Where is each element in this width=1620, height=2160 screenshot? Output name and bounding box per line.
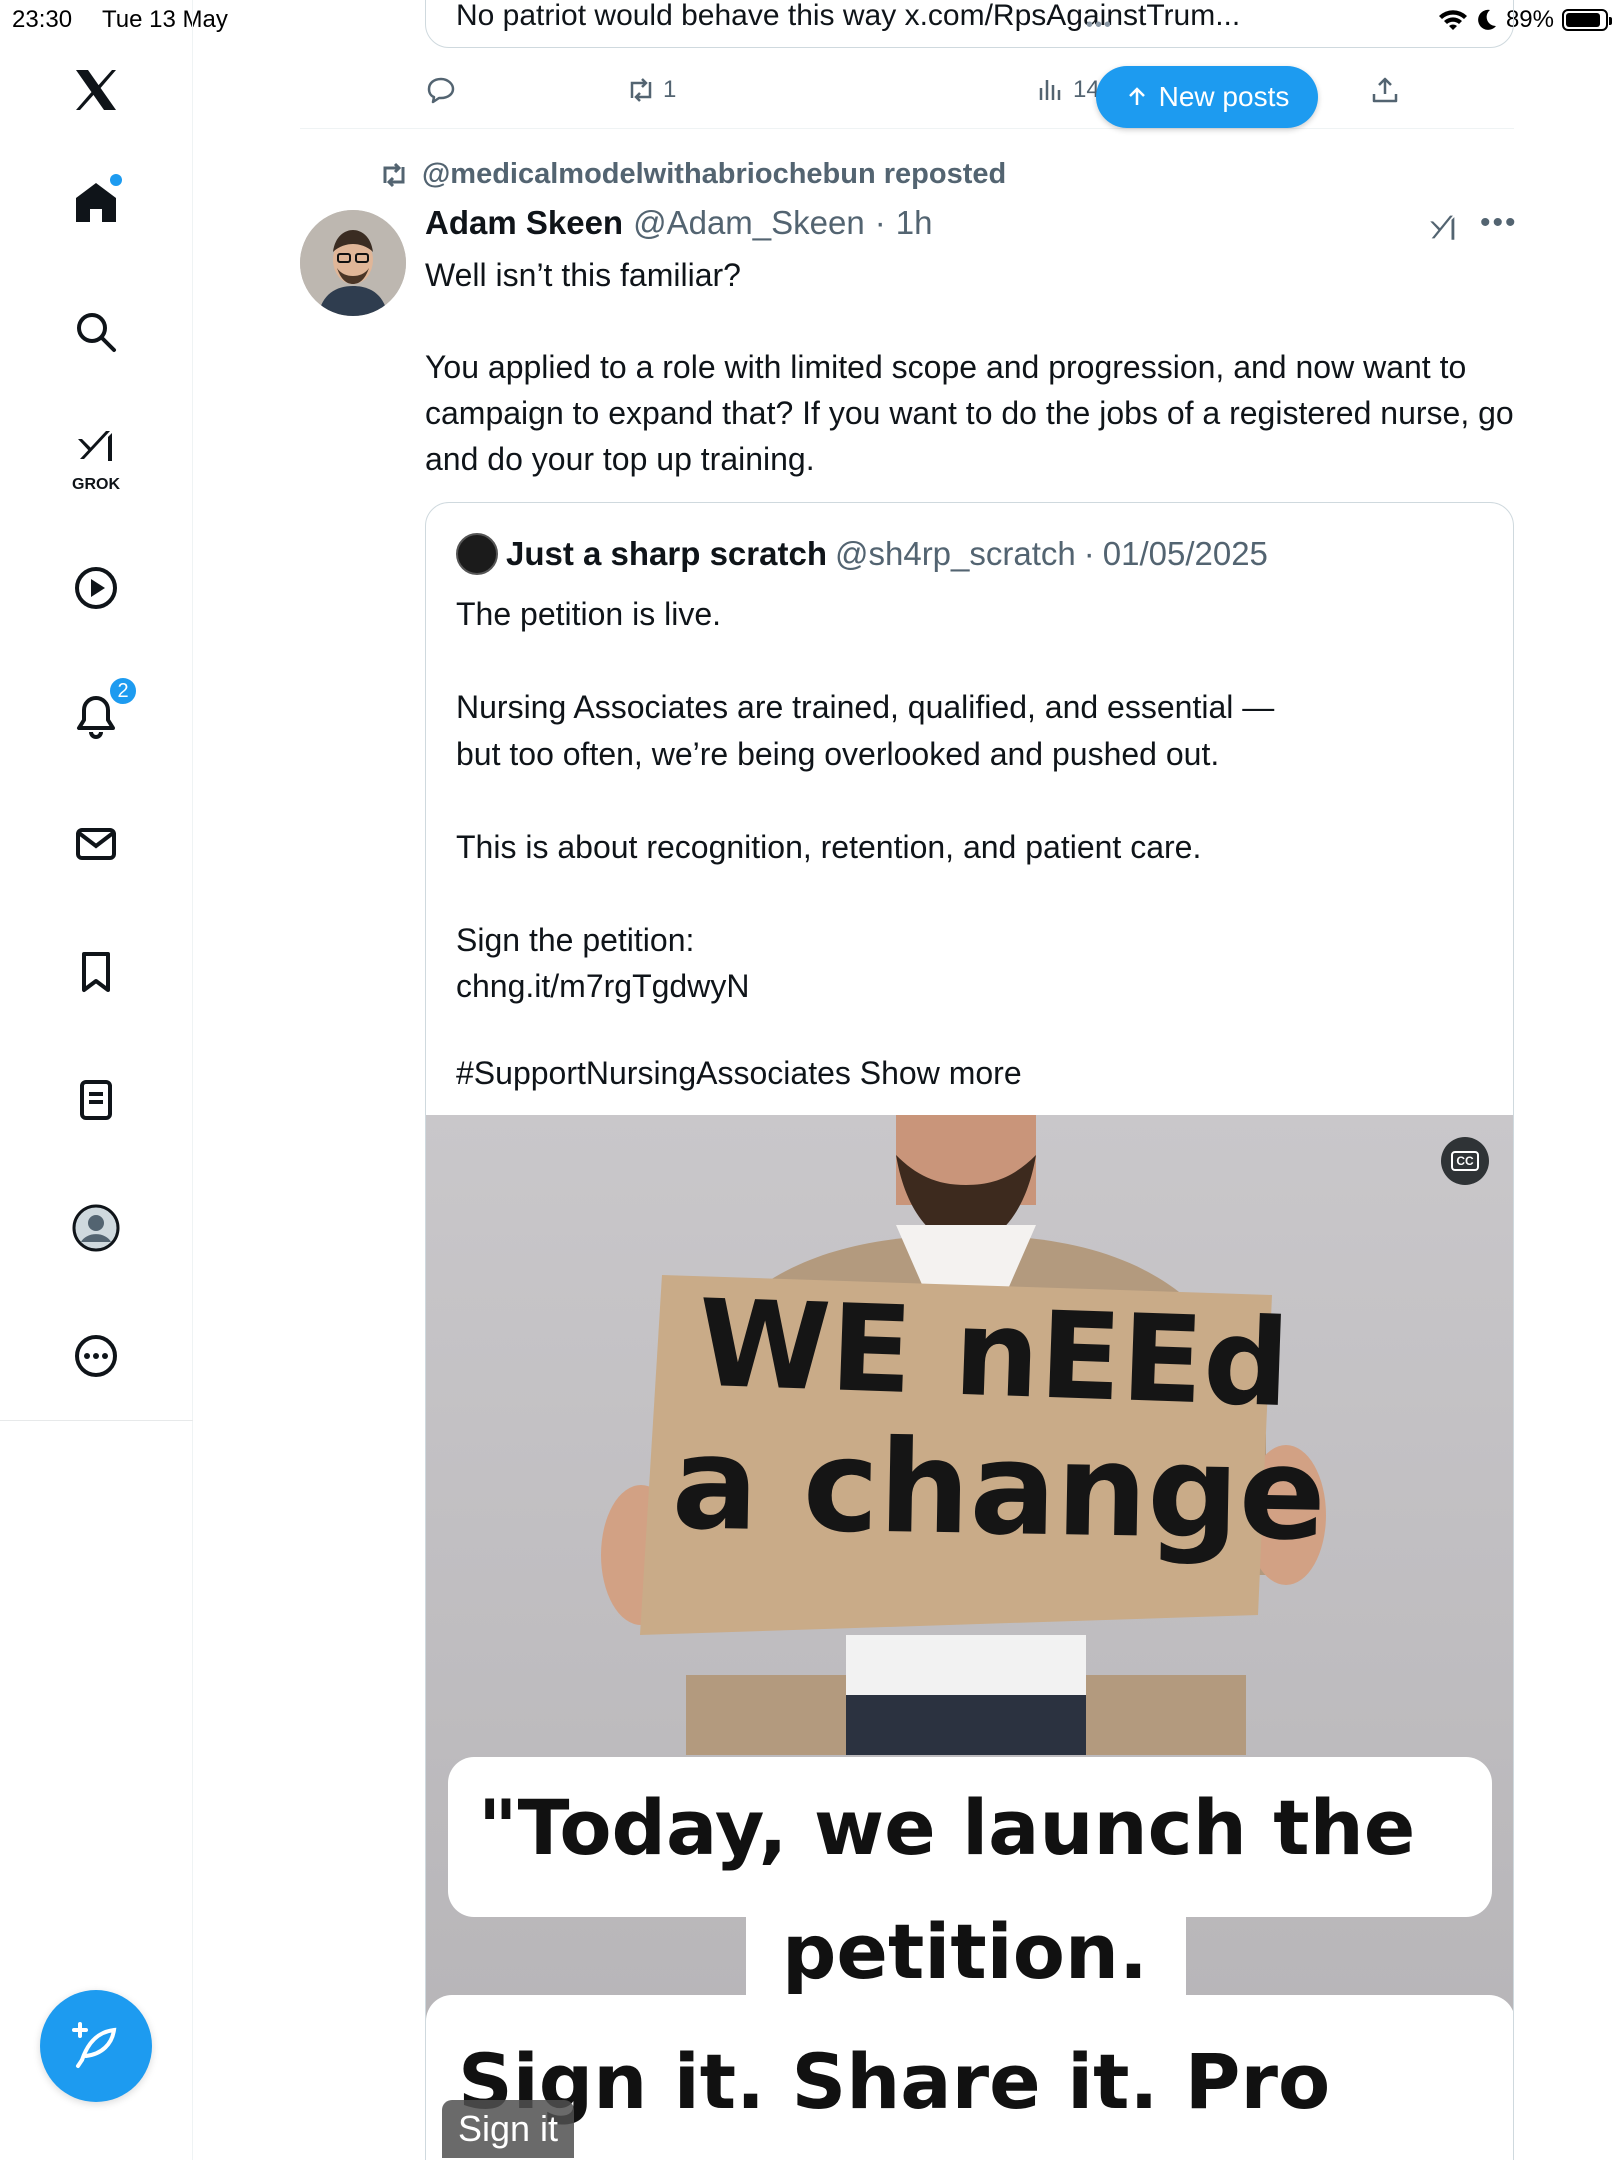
quote-author-name[interactable]: Just a sharp scratch	[506, 535, 827, 573]
search-icon	[77, 313, 116, 352]
home-unread-dot	[110, 174, 122, 186]
nav-notifications[interactable]: 2	[56, 676, 138, 756]
post-header: Adam Skeen @Adam_Skeen · 1h	[425, 204, 932, 242]
show-more-link[interactable]: Show more	[860, 1055, 1022, 1091]
nav-messages[interactable]	[56, 804, 136, 884]
new-posts-label: New posts	[1158, 81, 1290, 112]
previous-post-actions: 1 144	[425, 68, 1514, 112]
retweet-icon	[630, 78, 652, 102]
quote-date[interactable]: 01/05/2025	[1103, 535, 1268, 573]
share-icon	[1372, 77, 1398, 103]
mail-icon	[76, 828, 116, 860]
author-avatar-image	[300, 210, 406, 316]
reply-icon	[427, 77, 455, 104]
grok-label: GROK	[72, 476, 120, 493]
post-divider	[300, 128, 1514, 129]
caption-line2: petition.	[782, 1907, 1148, 1996]
sidebar-nav: GROK 2	[0, 0, 193, 2160]
grok-icon	[1430, 215, 1455, 240]
meta-separator: ·	[874, 204, 886, 241]
hashtag-link[interactable]: #SupportNursingAssociates	[456, 1055, 851, 1091]
quoted-post[interactable]: Just a sharp scratch @sh4rp_scratch · 01…	[425, 502, 1514, 2160]
nav-bookmarks[interactable]	[56, 932, 136, 1012]
caption-line3: Sign it. Share it. Pro	[458, 2037, 1331, 2126]
author-handle[interactable]: @Adam_Skeen	[633, 204, 865, 242]
battery-icon	[1562, 9, 1612, 31]
compose-feather-icon	[72, 2022, 117, 2068]
author-avatar[interactable]	[300, 210, 406, 316]
drag-handle[interactable]: •••	[1086, 14, 1113, 37]
profile-icon	[72, 1204, 120, 1252]
retweet-button[interactable]: 1	[625, 74, 676, 106]
nav-profile[interactable]	[56, 1188, 136, 1268]
repost-icon	[383, 162, 405, 187]
quote-meta-separator: ·	[1083, 535, 1095, 572]
reply-button[interactable]	[425, 74, 457, 106]
sidebar-divider	[0, 1420, 193, 1421]
sign-text-line2: a change	[670, 1409, 1328, 1570]
previous-quote-text: No patriot would behave this way x.com/R…	[456, 0, 1241, 32]
quote-avatar[interactable]	[456, 533, 498, 575]
grok-explain-button[interactable]	[1426, 210, 1460, 249]
post-time[interactable]: 1h	[896, 204, 933, 242]
retweet-count: 1	[663, 76, 677, 103]
post-text: Well isn’t this familiar? You applied to…	[425, 257, 1514, 477]
nav-videos[interactable]	[56, 548, 136, 628]
quote-tail: #SupportNursingAssociates Show more	[456, 1055, 1022, 1092]
repost-indicator[interactable]: @medicalmodelwithabriochebun reposted	[378, 158, 1006, 191]
new-posts-button[interactable]: New posts	[1096, 66, 1318, 128]
x-logo[interactable]	[56, 50, 136, 130]
captions-button[interactable]: CC	[1441, 1137, 1489, 1185]
nav-more[interactable]	[56, 1316, 136, 1396]
reposted-by-text: @medicalmodelwithabriochebun reposted	[422, 158, 1007, 190]
quote-header: Just a sharp scratch @sh4rp_scratch · 01…	[456, 533, 1268, 575]
video-player[interactable]: WE nEEd a change "Today, we launch the p…	[426, 1115, 1513, 2160]
bookmark-icon	[82, 952, 110, 992]
previous-quote-card[interactable]: No patriot would behave this way x.com/R…	[425, 0, 1514, 48]
post-more-button[interactable]: •••	[1480, 206, 1518, 240]
author-name[interactable]: Adam Skeen	[425, 204, 623, 242]
nav-grok[interactable]: GROK	[56, 416, 136, 496]
share-button[interactable]	[1369, 74, 1401, 106]
more-circle-icon	[75, 1335, 117, 1377]
cc-label: CC	[1451, 1151, 1479, 1171]
grok-icon	[78, 431, 112, 461]
caption-line1: "Today, we launch the	[478, 1783, 1416, 1872]
quote-text: The petition is live. Nursing Associates…	[456, 596, 1275, 1004]
quote-author-handle[interactable]: @sh4rp_scratch	[835, 535, 1076, 573]
notifications-badge: 2	[108, 676, 138, 706]
list-icon	[80, 1080, 112, 1120]
views-icon	[1039, 80, 1061, 100]
video-overlay-label: Sign it	[442, 2100, 575, 2158]
nav-home[interactable]	[56, 162, 136, 242]
compose-button[interactable]	[40, 1990, 152, 2102]
x-logo-icon	[76, 70, 116, 110]
arrow-up-icon	[1128, 87, 1145, 105]
play-circle-icon	[75, 567, 117, 609]
nav-lists[interactable]	[56, 1060, 136, 1140]
nav-search[interactable]	[56, 292, 136, 372]
